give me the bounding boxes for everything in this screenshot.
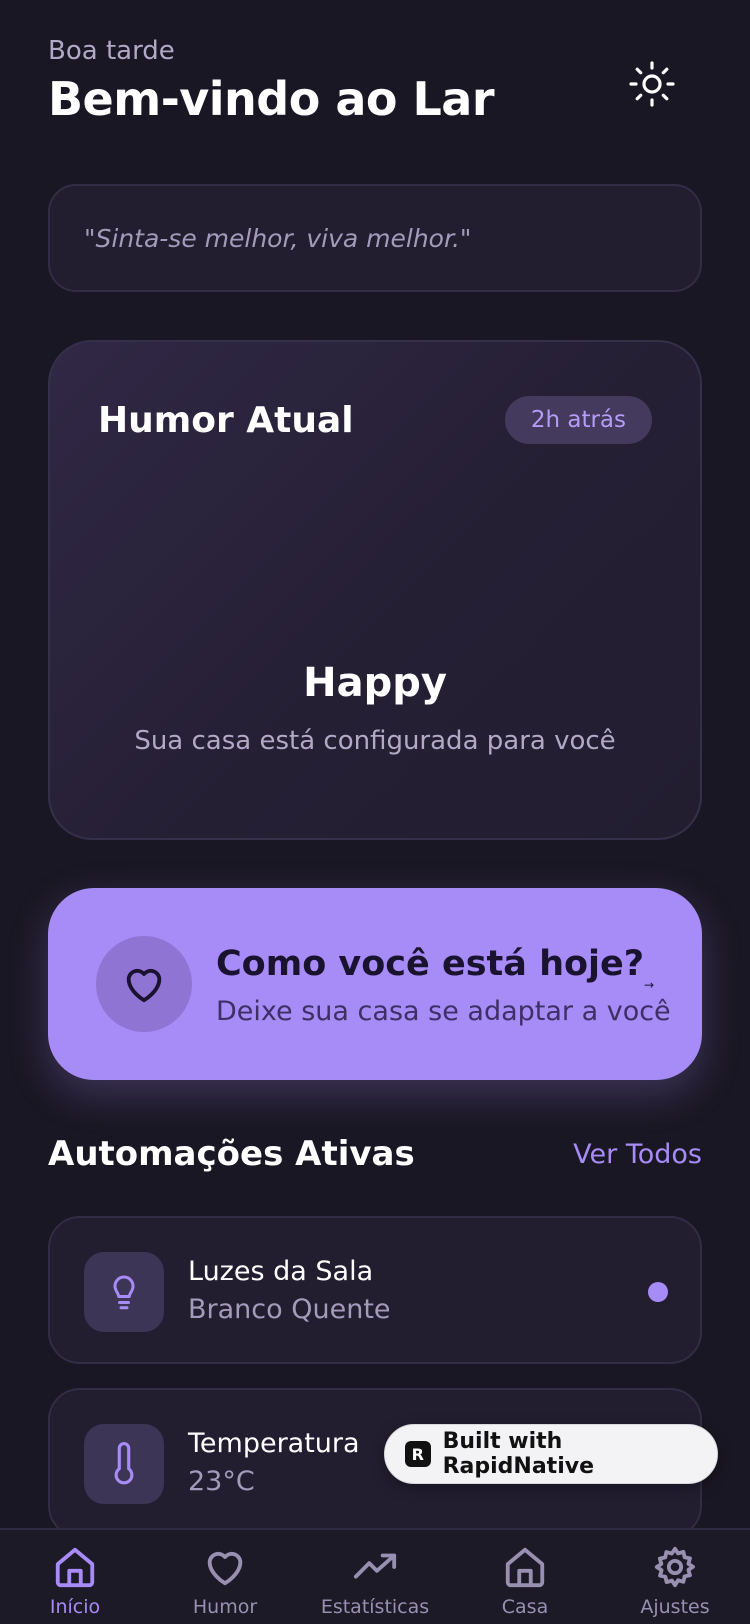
tab-label: Início [49,1596,101,1618]
arrow-right-icon: → [643,978,654,992]
gear-icon [654,1546,695,1588]
thermometer-icon [114,1442,134,1485]
checkin-subtitle: Deixe sua casa se adaptar a você [216,996,671,1027]
status-dot [648,1282,668,1302]
tab-label: Casa [501,1596,549,1618]
house-icon [505,1547,545,1588]
automation-name: Luzes da Sala [188,1256,374,1287]
automation-icon-box [84,1424,164,1504]
page-title: Bem-vindo ao Lar [48,72,495,126]
see-all-link[interactable]: Ver Todos [573,1139,702,1170]
tab-label: Estatísticas [320,1596,430,1618]
sun-icon [629,61,675,107]
tab-home[interactable]: Início [0,1544,150,1618]
mood-card-title: Humor Atual [98,400,354,441]
automation-name: Temperatura [188,1428,360,1459]
automation-value: 23°C [188,1466,255,1497]
checkin-icon-circle [96,936,192,1032]
bottom-tab-bar: Início Humor Estatísticas Casa Ajustes [0,1528,750,1624]
home-icon [55,1547,95,1588]
lightbulb-icon [113,1275,135,1310]
heart-icon [126,968,162,1003]
mood-description: Sua casa está configurada para você [134,726,616,756]
checkin-title: Como você está hoje? [216,944,645,984]
greeting-text: Boa tarde [48,36,175,66]
header: Boa tarde Bem-vindo ao Lar [48,36,702,126]
automation-card-lights[interactable]: Luzes da Sala Branco Quente [48,1216,702,1364]
built-with-text: Built with RapidNative [442,1429,594,1479]
mood-time-badge: 2h atrás [504,396,652,444]
mood-checkin-button[interactable]: Como você está hoje? Deixe sua casa se a… [48,888,702,1080]
automation-icon-box [84,1252,164,1332]
tab-label: Humor [192,1596,258,1618]
quote-text: "Sinta-se melhor, viva melhor." [84,223,472,253]
tab-stats[interactable]: Estatísticas [300,1544,450,1618]
automations-title: Automações Ativas [48,1134,415,1174]
automations-header: Automações Ativas Ver Todos [48,1134,702,1174]
current-mood-card[interactable]: Humor Atual 2h atrás Happy Sua casa está… [48,340,702,840]
theme-toggle-button[interactable] [628,60,676,108]
trending-up-icon [353,1553,397,1579]
tab-mood[interactable]: Humor [150,1544,300,1618]
heart-icon [207,1551,243,1586]
mood-value: Happy [303,660,447,706]
tab-label: Ajustes [640,1596,710,1618]
tab-settings[interactable]: Ajustes [600,1544,750,1618]
built-with-badge[interactable]: R Built with RapidNative [384,1424,718,1484]
automation-value: Branco Quente [188,1294,391,1325]
rapidnative-logo: R [405,1441,431,1467]
tab-house[interactable]: Casa [450,1544,600,1618]
quote-card: "Sinta-se melhor, viva melhor." [48,184,702,292]
